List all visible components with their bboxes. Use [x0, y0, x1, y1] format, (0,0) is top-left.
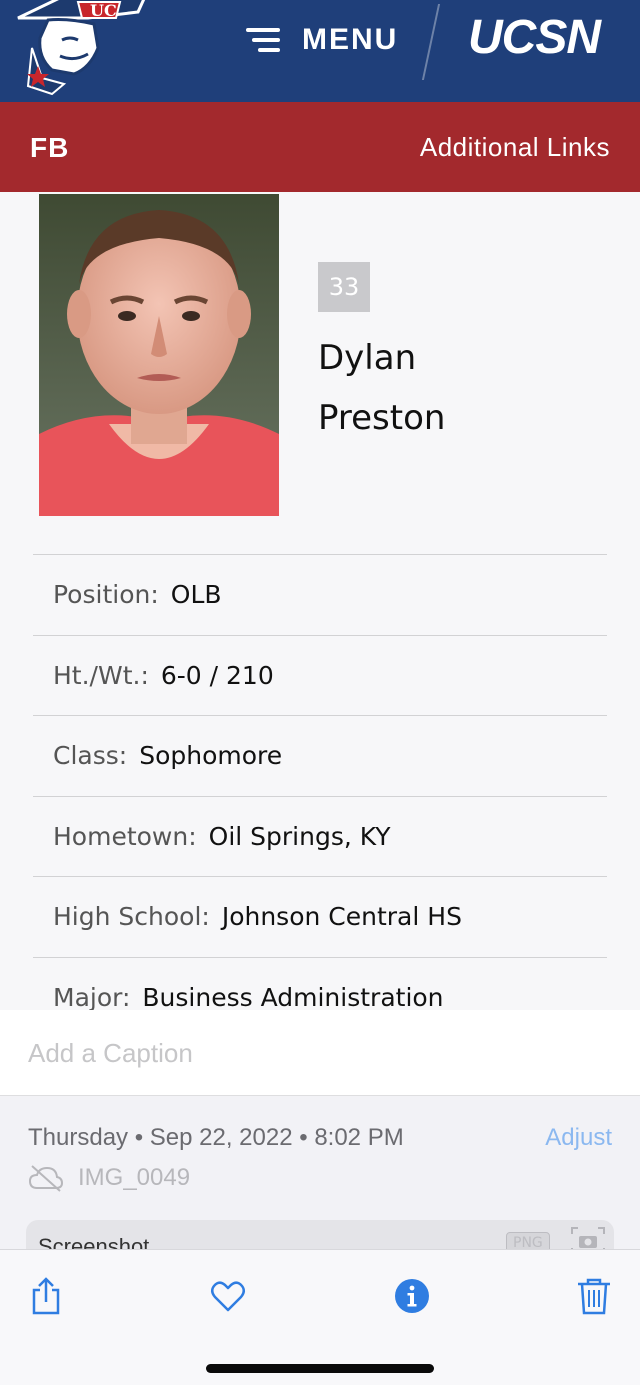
- player-name: Dylan Preston: [318, 328, 445, 448]
- detail-value: Business Administration: [142, 982, 444, 1010]
- hamburger-icon: [246, 28, 280, 52]
- detail-label: Class:: [53, 741, 128, 771]
- photo-metadata-panel: Thursday • Sep 22, 2022 • 8:02 PM Adjust…: [0, 1096, 640, 1280]
- detail-value: OLB: [170, 580, 222, 610]
- detail-row-class: Class: Sophomore: [33, 715, 607, 796]
- detail-label: Hometown:: [53, 821, 197, 851]
- detail-label: Major:: [53, 982, 131, 1010]
- detail-value: Johnson Central HS: [221, 902, 462, 932]
- detail-row-position: Position: OLB: [33, 554, 607, 635]
- detail-row-hometown: Hometown: Oil Springs, KY: [33, 795, 607, 877]
- cloud-off-icon: [28, 1165, 64, 1192]
- heart-icon[interactable]: [208, 1276, 248, 1316]
- player-last-name: Preston: [318, 398, 446, 438]
- adjust-button[interactable]: Adjust: [545, 1124, 612, 1152]
- additional-links-button[interactable]: Additional Links: [420, 132, 610, 163]
- brand-logo[interactable]: UCSN: [468, 10, 601, 65]
- home-indicator[interactable]: [206, 1364, 434, 1373]
- logo-text: UC: [90, 1, 117, 20]
- sport-subnav: FB Additional Links: [0, 102, 640, 192]
- caption-placeholder: Add a Caption: [28, 1038, 193, 1068]
- detail-label: Position:: [53, 580, 159, 610]
- detail-row-height-weight: Ht./Wt.: 6-0 / 210: [33, 634, 607, 716]
- player-photo: [39, 194, 279, 516]
- menu-button[interactable]: MENU: [246, 20, 398, 60]
- player-details-list: Position: OLB Ht./Wt.: 6-0 / 210 Class: …: [33, 554, 607, 1010]
- detail-value: Sophomore: [139, 741, 283, 771]
- detail-value: Oil Springs, KY: [208, 821, 391, 851]
- team-logo[interactable]: UC: [8, 0, 158, 98]
- file-name: IMG_0049: [78, 1164, 191, 1191]
- share-icon[interactable]: [26, 1276, 66, 1316]
- info-icon[interactable]: [392, 1276, 432, 1316]
- site-header: UC MENU UCSN: [0, 0, 640, 102]
- detail-label: Ht./Wt.:: [53, 660, 149, 690]
- sport-label[interactable]: FB: [30, 132, 69, 164]
- player-first-name: Dylan: [318, 338, 417, 378]
- menu-label: MENU: [302, 23, 399, 56]
- detail-row-major: Major: Business Administration: [33, 956, 607, 1010]
- jersey-number-badge: 33: [318, 262, 370, 312]
- detail-label: High School:: [53, 902, 210, 932]
- player-profile: 33 Dylan Preston Position: OLB Ht./Wt.: …: [0, 192, 640, 1010]
- detail-row-high-school: High School: Johnson Central HS: [33, 876, 607, 957]
- header-divider: [421, 4, 441, 80]
- trash-icon[interactable]: [574, 1276, 614, 1316]
- caption-field[interactable]: Add a Caption: [0, 1010, 640, 1096]
- detail-value: 6-0 / 210: [160, 660, 274, 690]
- photo-date: Thursday • Sep 22, 2022 • 8:02 PM: [28, 1124, 404, 1151]
